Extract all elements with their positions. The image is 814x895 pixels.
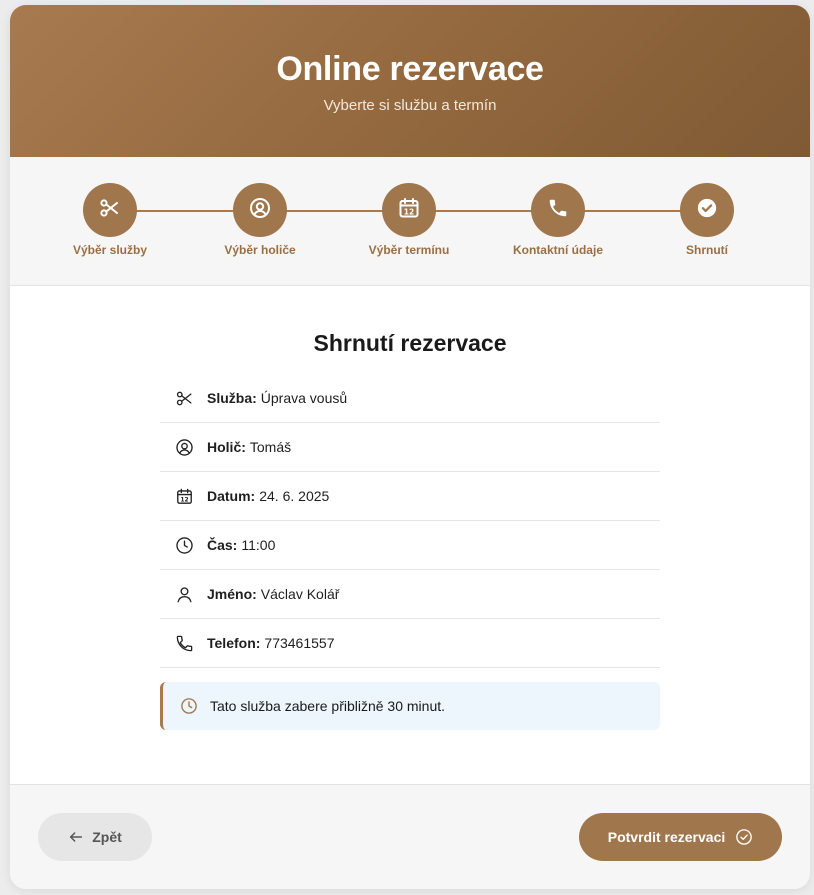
confirm-button-label: Potvrdit rezervaci bbox=[607, 829, 726, 845]
check-circle-icon bbox=[735, 828, 753, 846]
row-value: 773461557 bbox=[264, 635, 335, 651]
row-value: Tomáš bbox=[249, 439, 292, 455]
row-label: Datum: bbox=[207, 488, 256, 504]
row-value: Václav Kolář bbox=[260, 586, 340, 602]
user-circle-icon bbox=[248, 196, 272, 225]
svg-text:12: 12 bbox=[180, 496, 188, 503]
step-summary[interactable]: Shrnutí bbox=[637, 183, 777, 257]
confirm-button[interactable]: Potvrdit rezervaci bbox=[579, 813, 782, 861]
check-circle-icon bbox=[696, 197, 718, 224]
step-label: Výběr služby bbox=[72, 243, 148, 257]
step-contact[interactable]: Kontaktní údaje bbox=[488, 183, 628, 257]
row-label: Jméno: bbox=[207, 586, 257, 602]
step-circle: 12 bbox=[382, 183, 436, 237]
summary-title: Shrnutí rezervace bbox=[313, 330, 507, 356]
summary-section: Shrnutí rezervace Služba: Úprava vousů H… bbox=[10, 286, 810, 730]
step-label: Shrnutí bbox=[686, 243, 728, 257]
step-service[interactable]: Výběr služby bbox=[40, 183, 180, 257]
user-circle-icon bbox=[174, 437, 194, 457]
phone-icon bbox=[547, 197, 569, 224]
calendar-icon: 12 bbox=[397, 196, 421, 225]
svg-text:12: 12 bbox=[404, 207, 414, 216]
footer-bar: Zpět Potvrdit rezervaci bbox=[10, 784, 810, 889]
user-icon bbox=[174, 584, 194, 604]
step-circle bbox=[83, 183, 137, 237]
back-button-label: Zpět bbox=[92, 829, 122, 845]
row-label: Čas: bbox=[207, 537, 238, 553]
clock-icon bbox=[174, 535, 194, 555]
summary-row-date: 12 Datum: 24. 6. 2025 bbox=[160, 472, 660, 521]
booking-card: Online rezervace Vyberte si službu a ter… bbox=[10, 5, 810, 889]
row-label: Holič: bbox=[207, 439, 246, 455]
step-label: Výběr holiče bbox=[224, 243, 296, 257]
page-subtitle: Vyberte si službu a termín bbox=[323, 97, 497, 114]
duration-note-text: Tato služba zabere přibližně 30 minut. bbox=[210, 698, 446, 714]
calendar-icon: 12 bbox=[174, 486, 194, 506]
step-circle bbox=[531, 183, 585, 237]
summary-row-time: Čas: 11:00 bbox=[160, 521, 660, 570]
booking-header: Online rezervace Vyberte si službu a ter… bbox=[10, 5, 810, 157]
scissors-icon bbox=[174, 388, 194, 408]
row-value: Úprava vousů bbox=[260, 390, 348, 406]
page-title: Online rezervace bbox=[276, 50, 544, 88]
scissors-icon bbox=[98, 196, 122, 225]
back-button[interactable]: Zpět bbox=[38, 813, 152, 861]
arrow-left-icon bbox=[68, 829, 84, 845]
step-label: Výběr termínu bbox=[368, 243, 450, 257]
step-date[interactable]: 12 Výběr termínu bbox=[339, 183, 479, 257]
step-circle bbox=[233, 183, 287, 237]
row-label: Telefon: bbox=[207, 635, 261, 651]
summary-row-barber: Holič: Tomáš bbox=[160, 423, 660, 472]
duration-note: Tato služba zabere přibližně 30 minut. bbox=[160, 682, 660, 730]
row-value: 11:00 bbox=[241, 537, 276, 553]
step-circle bbox=[680, 183, 734, 237]
progress-steps: Výběr služby Výběr holiče 12 Výběr termí… bbox=[10, 157, 810, 286]
step-barber[interactable]: Výběr holiče bbox=[190, 183, 330, 257]
row-label: Služba: bbox=[207, 390, 257, 406]
summary-row-name: Jméno: Václav Kolář bbox=[160, 570, 660, 619]
step-label: Kontaktní údaje bbox=[512, 243, 603, 257]
summary-list: Služba: Úprava vousů Holič: Tomáš 12 Dat… bbox=[160, 374, 660, 730]
row-value: 24. 6. 2025 bbox=[259, 488, 330, 504]
summary-row-phone: Telefon: 773461557 bbox=[160, 619, 660, 668]
phone-icon bbox=[174, 633, 194, 653]
summary-row-service: Služba: Úprava vousů bbox=[160, 374, 660, 423]
clock-icon bbox=[180, 697, 198, 715]
